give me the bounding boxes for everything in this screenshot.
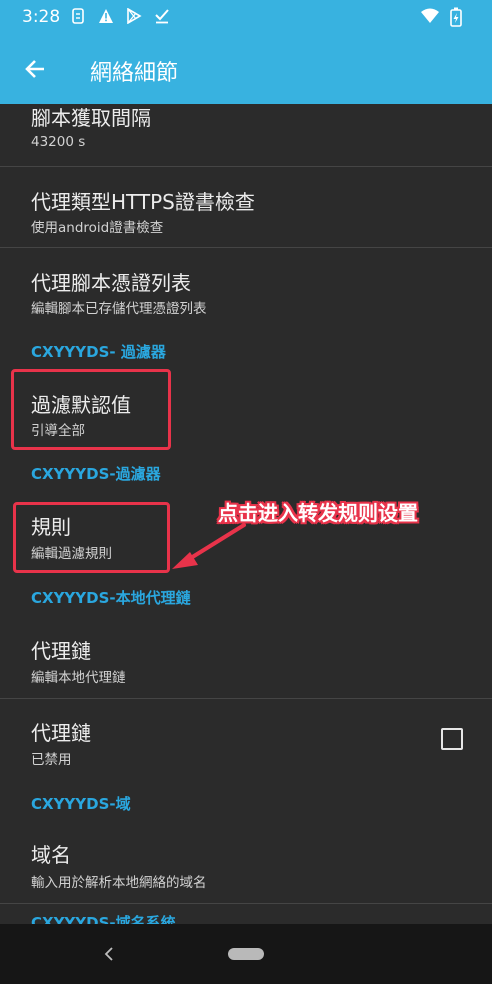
navigation-bar — [0, 924, 492, 984]
item-subtitle: 使用android證書檢查 — [31, 220, 164, 236]
highlight-box-rules — [13, 502, 170, 573]
nav-back-icon — [104, 947, 113, 961]
item-subtitle: 已禁用 — [31, 752, 72, 768]
item-subtitle: 輸入用於解析本地網絡的域名 — [31, 875, 207, 891]
nav-back-button[interactable] — [98, 942, 120, 966]
highlight-box-filter-default — [11, 369, 171, 450]
item-title: 代理類型HTTPS證書檢查 — [31, 190, 255, 214]
item-title: 代理腳本憑證列表 — [31, 271, 191, 295]
warning-icon — [99, 9, 113, 23]
sim-icon — [72, 8, 84, 24]
battery-charging-icon — [450, 7, 462, 27]
item-title: 代理鏈 — [31, 639, 91, 663]
proxy-chain-checkbox[interactable] — [441, 728, 463, 750]
section-header: CXYYYDS-過濾器 — [31, 465, 161, 483]
status-bar: 3:28 — [0, 0, 492, 34]
list-item-domain[interactable]: 域名 輸入用於解析本地網絡的域名 — [0, 819, 492, 903]
play-store-icon — [127, 8, 142, 24]
item-subtitle: 編輯本地代理鏈 — [31, 670, 126, 686]
item-title: 腳本獲取間隔 — [31, 106, 151, 130]
page-title: 網絡細節 — [90, 61, 179, 86]
toolbar: 網絡細節 — [0, 34, 492, 104]
list-item-proxy-chain-edit[interactable]: 代理鏈 編輯本地代理鏈 — [0, 614, 492, 698]
list-item-https-check[interactable]: 代理類型HTTPS證書檢查 使用android證書檢查 — [0, 167, 492, 247]
check-icon — [155, 9, 169, 24]
status-time: 3:28 — [22, 7, 61, 27]
item-subtitle: 43200 s — [31, 134, 86, 150]
divider — [0, 903, 492, 904]
nav-home-pill[interactable] — [228, 948, 264, 960]
section-header: CXYYYDS- 過濾器 — [31, 343, 166, 361]
section-header: CXYYYDS-域名系統 — [31, 914, 176, 924]
arrow-left-icon — [25, 60, 44, 78]
wifi-icon — [421, 8, 439, 23]
section-header: CXYYYDS-本地代理鏈 — [31, 589, 191, 607]
list-item-proxy-chain-toggle[interactable]: 代理鏈 已禁用 — [0, 699, 492, 781]
list-item-script-interval[interactable]: 腳本獲取間隔 43200 s — [0, 104, 492, 166]
section-header: CXYYYDS-域 — [31, 795, 131, 813]
item-title: 代理鏈 — [31, 721, 91, 745]
back-button[interactable] — [14, 48, 56, 90]
annotation-arrow-icon — [172, 523, 246, 569]
item-title: 域名 — [31, 843, 71, 867]
item-subtitle: 編輯腳本已存儲代理憑證列表 — [31, 301, 207, 317]
list-item-credentials[interactable]: 代理腳本憑證列表 編輯腳本已存儲代理憑證列表 — [0, 248, 492, 328]
